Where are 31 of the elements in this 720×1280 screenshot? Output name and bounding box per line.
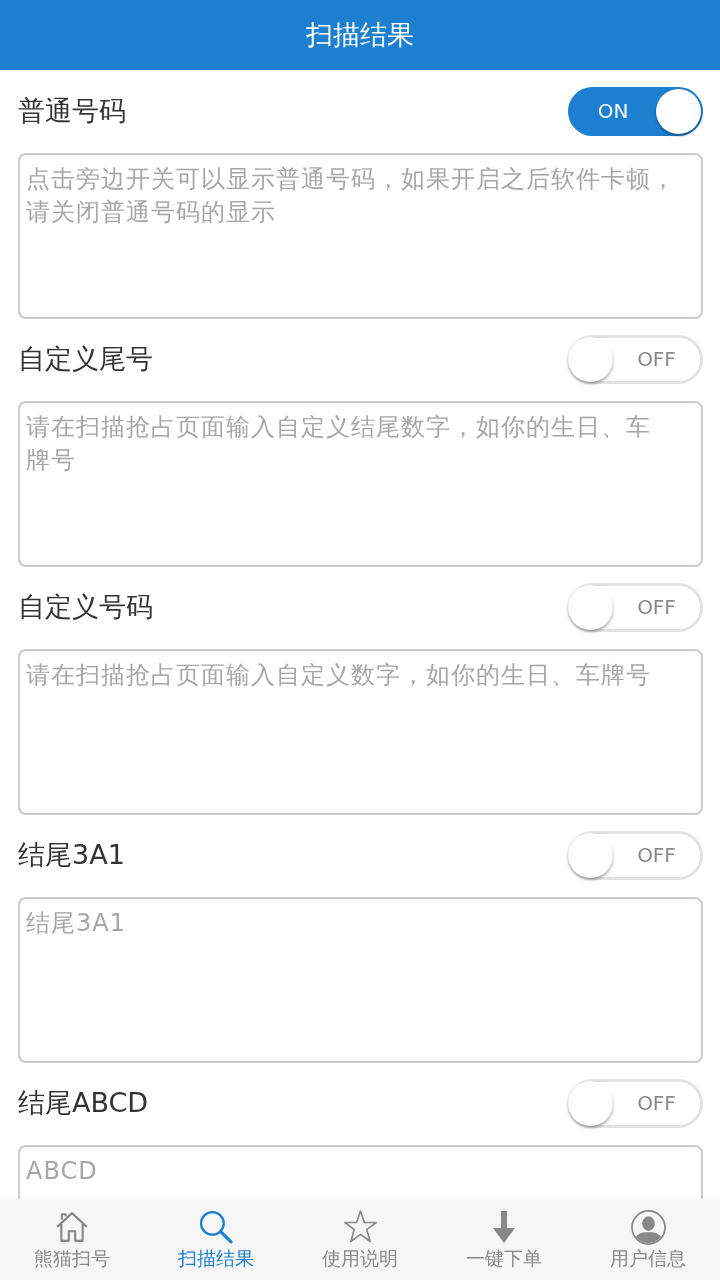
switch-knob-icon: [568, 1080, 613, 1126]
setting-label: 普通号码: [18, 94, 126, 128]
tab-bar-item[interactable]: 一键下单: [432, 1199, 576, 1280]
text-area[interactable]: 请在扫描抢占页面输入自定义结尾数字，如你的生日、车牌号: [18, 401, 703, 567]
search-icon: [199, 1210, 233, 1244]
toggle-switch[interactable]: OFF: [568, 334, 703, 384]
setting-label: 自定义尾号: [18, 342, 153, 376]
toggle-switch[interactable]: ON: [568, 86, 703, 136]
setting-label: 自定义号码: [18, 590, 153, 624]
switch-knob-icon: [656, 88, 701, 134]
tab-bar-item[interactable]: 熊猫扫号: [0, 1199, 144, 1280]
down-arrow-icon: [493, 1211, 515, 1243]
setting-label: 结尾3A1: [18, 838, 125, 872]
star-icon: [342, 1210, 378, 1244]
screen-title: 扫描结果: [306, 18, 414, 52]
toggle-switch[interactable]: OFF: [568, 830, 703, 880]
tab-bar-item[interactable]: 用户信息: [576, 1199, 720, 1280]
text-area[interactable]: 结尾3A1: [18, 897, 703, 1063]
text-area[interactable]: 请在扫描抢占页面输入自定义数字，如你的生日、车牌号: [18, 649, 703, 815]
switch-knob-icon: [568, 832, 613, 878]
tab-bar-item[interactable]: 使用说明: [288, 1199, 432, 1280]
home-icon: [56, 1212, 88, 1242]
switch-knob-icon: [568, 336, 613, 382]
switch-knob-icon: [568, 584, 613, 630]
user-icon: [630, 1209, 666, 1245]
text-area[interactable]: 点击旁边开关可以显示普通号码，如果开启之后软件卡顿，请关闭普通号码的显示: [18, 153, 703, 319]
setting-label: 结尾ABCD: [18, 1086, 149, 1120]
toggle-switch[interactable]: OFF: [568, 1078, 703, 1128]
toggle-switch[interactable]: OFF: [568, 582, 703, 632]
text-area[interactable]: ABCD: [18, 1145, 703, 1199]
tab-bar-item[interactable]: 扫描结果: [144, 1199, 288, 1280]
